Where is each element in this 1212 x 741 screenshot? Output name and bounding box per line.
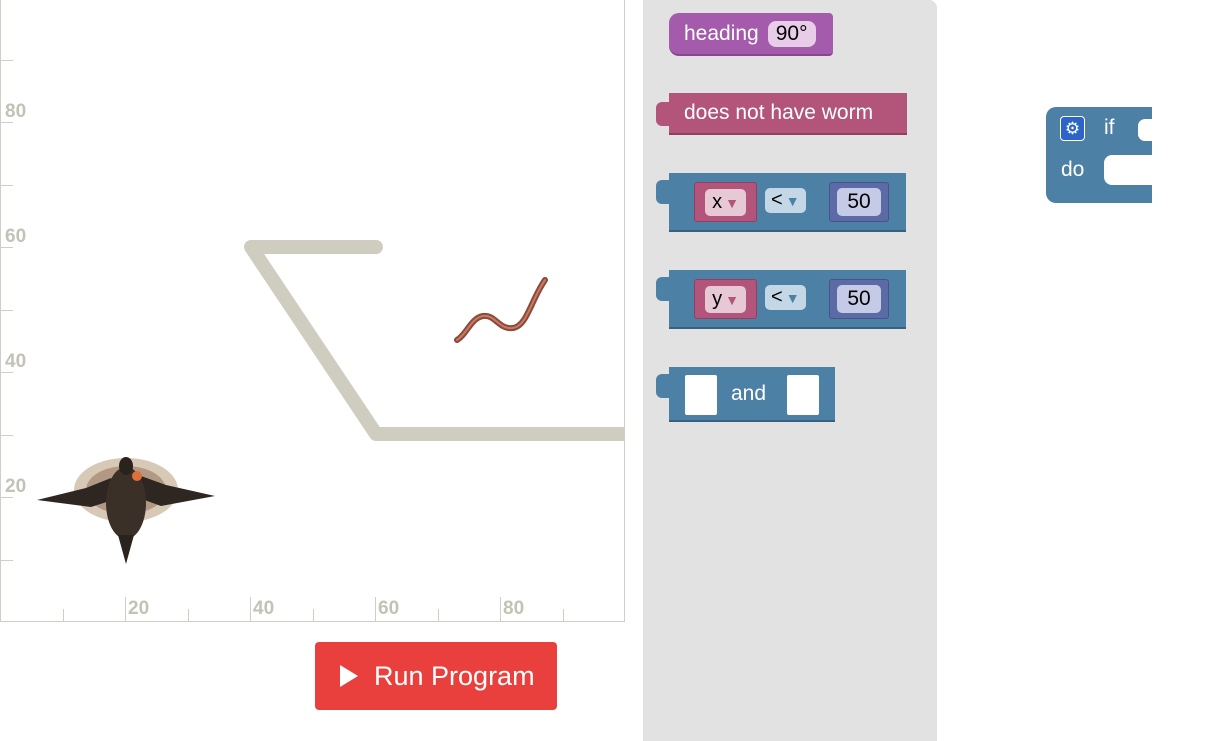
y-operator-symbol: < xyxy=(771,286,783,308)
heading-block[interactable]: heading 90° xyxy=(669,13,833,56)
dropdown-arrow-icon: ▼ xyxy=(785,290,800,306)
do-statement-input[interactable] xyxy=(1104,155,1152,185)
dropdown-arrow-icon: ▼ xyxy=(725,194,739,211)
if-condition-input[interactable] xyxy=(1138,119,1152,141)
stage-drawing xyxy=(37,240,624,564)
and-left-input[interactable] xyxy=(685,375,717,415)
x-number-slot[interactable]: 50 xyxy=(829,182,889,222)
game-stage: 80 60 40 20 20 40 60 80 xyxy=(0,0,625,622)
robin-bird-icon xyxy=(37,457,215,564)
and-label: and xyxy=(731,382,767,405)
worm-block-connector xyxy=(656,102,669,126)
x-operator-dropdown[interactable]: < ▼ xyxy=(765,188,806,213)
compare-x-connector xyxy=(656,180,669,204)
run-program-label: Run Program xyxy=(374,660,535,691)
y-variable-slot[interactable]: y ▼ xyxy=(694,279,757,319)
earthworm-icon xyxy=(454,277,548,343)
x-variable-name: x xyxy=(712,190,723,213)
if-do-block[interactable]: ⚙ if do xyxy=(1046,107,1152,203)
do-label: do xyxy=(1061,158,1085,181)
and-block[interactable]: and xyxy=(669,367,835,422)
heading-angle-field[interactable]: 90° xyxy=(767,20,816,47)
dropdown-arrow-icon: ▼ xyxy=(785,193,800,209)
x-variable-slot[interactable]: x ▼ xyxy=(694,182,757,222)
worm-block-label: does not have worm xyxy=(684,101,874,124)
y-variable-name: y xyxy=(712,287,723,310)
and-block-connector xyxy=(656,374,669,398)
if-label: if xyxy=(1104,116,1115,139)
y-operator-dropdown[interactable]: < ▼ xyxy=(765,285,806,310)
heading-label: heading xyxy=(684,21,759,45)
compare-x-block[interactable]: x ▼ < ▼ 50 xyxy=(669,173,906,232)
x-operator-symbol: < xyxy=(771,189,783,211)
play-icon xyxy=(340,665,358,687)
does-not-have-worm-block[interactable]: does not have worm xyxy=(669,93,907,135)
run-program-button[interactable]: Run Program xyxy=(315,642,557,710)
x-number-value[interactable]: 50 xyxy=(837,188,881,216)
gear-icon[interactable]: ⚙ xyxy=(1060,116,1085,141)
compare-y-connector xyxy=(656,277,669,301)
and-right-input[interactable] xyxy=(787,375,819,415)
wall-path xyxy=(244,240,624,441)
y-number-slot[interactable]: 50 xyxy=(829,279,889,319)
dropdown-arrow-icon: ▼ xyxy=(725,291,739,308)
y-number-value[interactable]: 50 xyxy=(837,285,881,313)
compare-y-block[interactable]: y ▼ < ▼ 50 xyxy=(669,270,906,329)
